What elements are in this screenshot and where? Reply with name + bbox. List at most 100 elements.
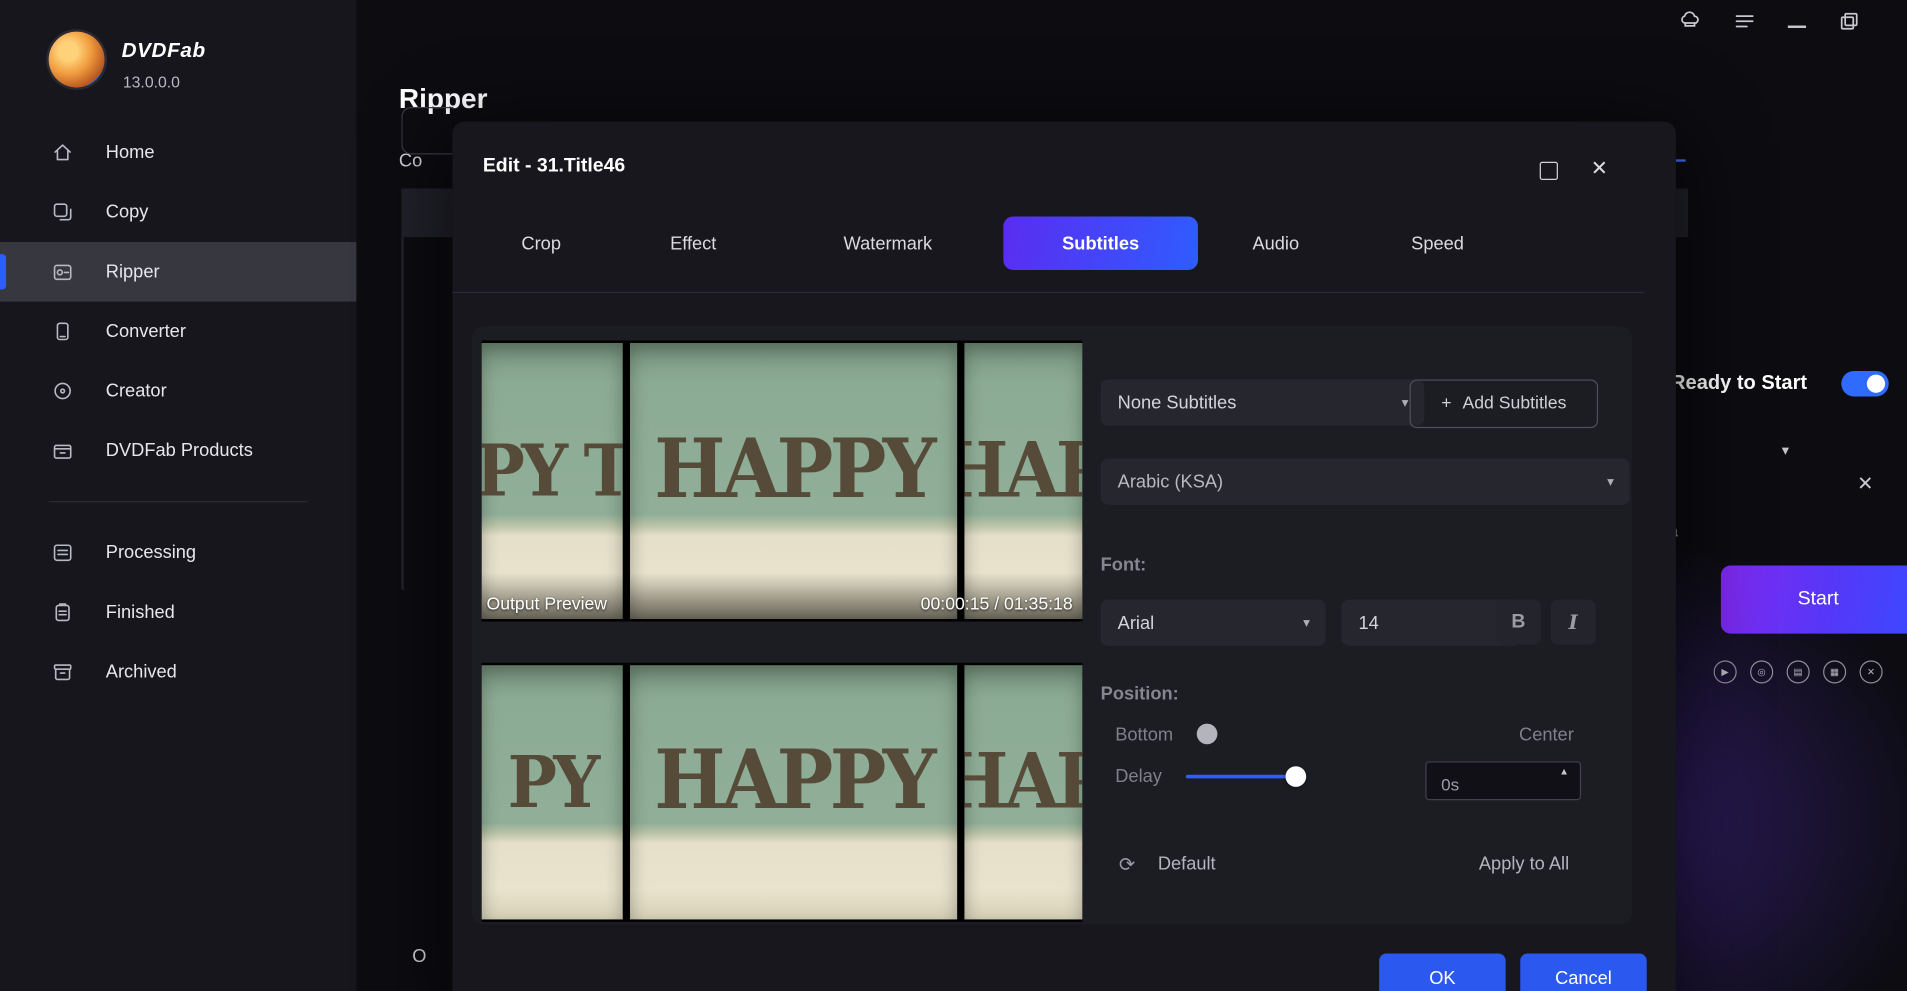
spinner-up-icon[interactable]: ▲ bbox=[1559, 766, 1569, 777]
tab-watermark[interactable]: Watermark bbox=[822, 216, 954, 270]
position-label: Position: bbox=[1101, 683, 1179, 704]
chef-hat-icon[interactable] bbox=[1678, 10, 1701, 33]
sidebar-item-label: Ripper bbox=[106, 261, 160, 282]
ok-button[interactable]: OK bbox=[1379, 953, 1505, 991]
source-preview-frame: PY HAPPY HAP bbox=[482, 663, 1083, 922]
position-knob[interactable] bbox=[1197, 724, 1218, 745]
video-panel: HAP bbox=[964, 665, 1082, 919]
video-art-text: HAP bbox=[964, 425, 1082, 514]
sidebar-divider bbox=[49, 501, 308, 502]
align-value-label: Center bbox=[1519, 725, 1574, 746]
ready-toggle[interactable] bbox=[1841, 371, 1888, 397]
sidebar-item-label: Finished bbox=[106, 602, 175, 623]
output-preview-frame: PY T HAPPY HAP Output Preview 00:00:15 /… bbox=[482, 341, 1083, 622]
add-subtitles-button[interactable]: + Add Subtitles bbox=[1410, 379, 1599, 428]
sidebar-item-archived[interactable]: Archived bbox=[0, 642, 356, 702]
chevron-down-icon: ▾ bbox=[1303, 615, 1310, 631]
start-button[interactable]: Start bbox=[1721, 566, 1907, 634]
delay-spinner[interactable]: 0s ▲ bbox=[1425, 761, 1581, 800]
dialog-maximize-icon[interactable] bbox=[1540, 162, 1558, 180]
refresh-icon: ⟳ bbox=[1119, 853, 1135, 877]
sidebar-item-label: Converter bbox=[106, 321, 186, 342]
app-name: DVDFab bbox=[122, 39, 206, 63]
output-preview-label: Output Preview bbox=[486, 595, 607, 614]
default-button[interactable]: Default bbox=[1158, 854, 1216, 875]
delay-slider-track[interactable] bbox=[1186, 775, 1295, 779]
subtitle-strip-icon[interactable]: ▤ bbox=[1787, 660, 1810, 683]
cancel-button[interactable]: Cancel bbox=[1520, 953, 1646, 991]
sidebar-item-creator[interactable]: Creator bbox=[0, 361, 356, 421]
language-value: Arabic (KSA) bbox=[1118, 471, 1223, 492]
minimize-icon[interactable] bbox=[1788, 26, 1806, 28]
title-action-icons: ▶ ◎ ▤ ▦ ✕ bbox=[1714, 660, 1883, 683]
converter-icon bbox=[51, 320, 74, 343]
font-size-select[interactable]: 14 ▾ bbox=[1341, 600, 1521, 646]
sidebar: DVDFab 13.0.0.0 Home Copy Ripper Convert… bbox=[0, 0, 356, 991]
video-panel: HAPPY bbox=[630, 665, 957, 919]
font-family-value: Arial bbox=[1118, 612, 1155, 633]
sidebar-item-label: Home bbox=[106, 142, 155, 163]
chevron-down-icon: ▾ bbox=[1402, 395, 1409, 411]
products-icon bbox=[51, 439, 74, 462]
tab-effect[interactable]: Effect bbox=[648, 216, 738, 270]
apply-to-all-button[interactable]: Apply to All bbox=[1479, 854, 1569, 875]
delay-label: Delay bbox=[1115, 766, 1162, 787]
finished-icon bbox=[51, 601, 74, 624]
sidebar-item-dvdfab-products[interactable]: DVDFab Products bbox=[0, 421, 356, 481]
plus-icon: + bbox=[1441, 394, 1451, 413]
ripper-icon bbox=[51, 260, 74, 283]
sidebar-item-label: DVDFab Products bbox=[106, 440, 253, 461]
subtitle-track-value: None Subtitles bbox=[1118, 392, 1237, 413]
position-value-label: Bottom bbox=[1115, 725, 1173, 746]
video-art-text: HAPPY bbox=[654, 732, 933, 828]
add-subtitles-label: Add Subtitles bbox=[1462, 394, 1566, 413]
video-art-text: PY T bbox=[482, 428, 623, 512]
preview-overlay: Output Preview 00:00:15 / 01:35:18 bbox=[482, 573, 1083, 622]
subtitle-track-select[interactable]: None Subtitles ▾ bbox=[1101, 379, 1425, 425]
chevron-down-icon: ▾ bbox=[1607, 474, 1614, 490]
dialog-close-icon[interactable]: ✕ bbox=[1591, 157, 1608, 181]
processing-icon bbox=[51, 541, 74, 564]
language-select[interactable]: Arabic (KSA) ▾ bbox=[1101, 459, 1630, 505]
bold-button[interactable]: B bbox=[1496, 600, 1541, 645]
sidebar-item-converter[interactable]: Converter bbox=[0, 302, 356, 362]
play-icon[interactable]: ▶ bbox=[1714, 660, 1737, 683]
toggle-knob bbox=[1867, 375, 1885, 393]
table-header-fragment-left bbox=[401, 189, 456, 238]
remove-title-icon[interactable]: ✕ bbox=[1857, 472, 1873, 496]
edit-dialog: Edit - 31.Title46 ✕ Crop Effect Watermar… bbox=[452, 122, 1675, 991]
disc-icon[interactable]: ◎ bbox=[1750, 660, 1773, 683]
italic-button[interactable]: I bbox=[1551, 600, 1596, 645]
table-edge-fragment bbox=[401, 237, 403, 590]
tab-speed[interactable]: Speed bbox=[1389, 216, 1486, 270]
video-panel: PY bbox=[482, 665, 623, 919]
sidebar-item-ripper[interactable]: Ripper bbox=[0, 242, 356, 302]
menu-icon[interactable] bbox=[1733, 10, 1756, 33]
video-art-text: PY bbox=[508, 739, 597, 823]
chevron-down-icon[interactable]: ▾ bbox=[1782, 441, 1789, 458]
sidebar-item-label: Processing bbox=[106, 542, 196, 563]
app-window: Ripper Co a Ready to Start ▾ ✕ ▶ ◎ ▤ ▦ ✕… bbox=[0, 0, 1907, 991]
sidebar-item-processing[interactable]: Processing bbox=[0, 523, 356, 583]
table-header-fragment-right bbox=[1676, 189, 1688, 238]
tab-subtitles[interactable]: Subtitles bbox=[1003, 216, 1198, 270]
partial-bottom-text: O bbox=[412, 946, 426, 967]
sidebar-nav: Home Copy Ripper Converter Creator DVDFa… bbox=[0, 123, 356, 702]
sidebar-item-copy[interactable]: Copy bbox=[0, 182, 356, 242]
tab-audio[interactable]: Audio bbox=[1231, 216, 1321, 270]
sidebar-item-label: Copy bbox=[106, 202, 149, 223]
window-controls bbox=[1678, 10, 1860, 33]
app-version: 13.0.0.0 bbox=[123, 73, 180, 91]
sidebar-item-home[interactable]: Home bbox=[0, 123, 356, 183]
preview-timecode: 00:00:15 / 01:35:18 bbox=[921, 595, 1073, 614]
dvdfab-logo bbox=[49, 32, 105, 88]
clapper-icon[interactable]: ▦ bbox=[1823, 660, 1846, 683]
remove-icon[interactable]: ✕ bbox=[1860, 660, 1883, 683]
font-family-select[interactable]: Arial ▾ bbox=[1101, 600, 1326, 646]
tab-crop[interactable]: Crop bbox=[500, 216, 583, 270]
restore-icon[interactable] bbox=[1838, 10, 1861, 33]
ready-to-start-label: Ready to Start bbox=[1671, 372, 1807, 395]
delay-slider-knob[interactable] bbox=[1286, 766, 1307, 787]
sidebar-item-finished[interactable]: Finished bbox=[0, 583, 356, 643]
font-label: Font: bbox=[1101, 555, 1147, 576]
